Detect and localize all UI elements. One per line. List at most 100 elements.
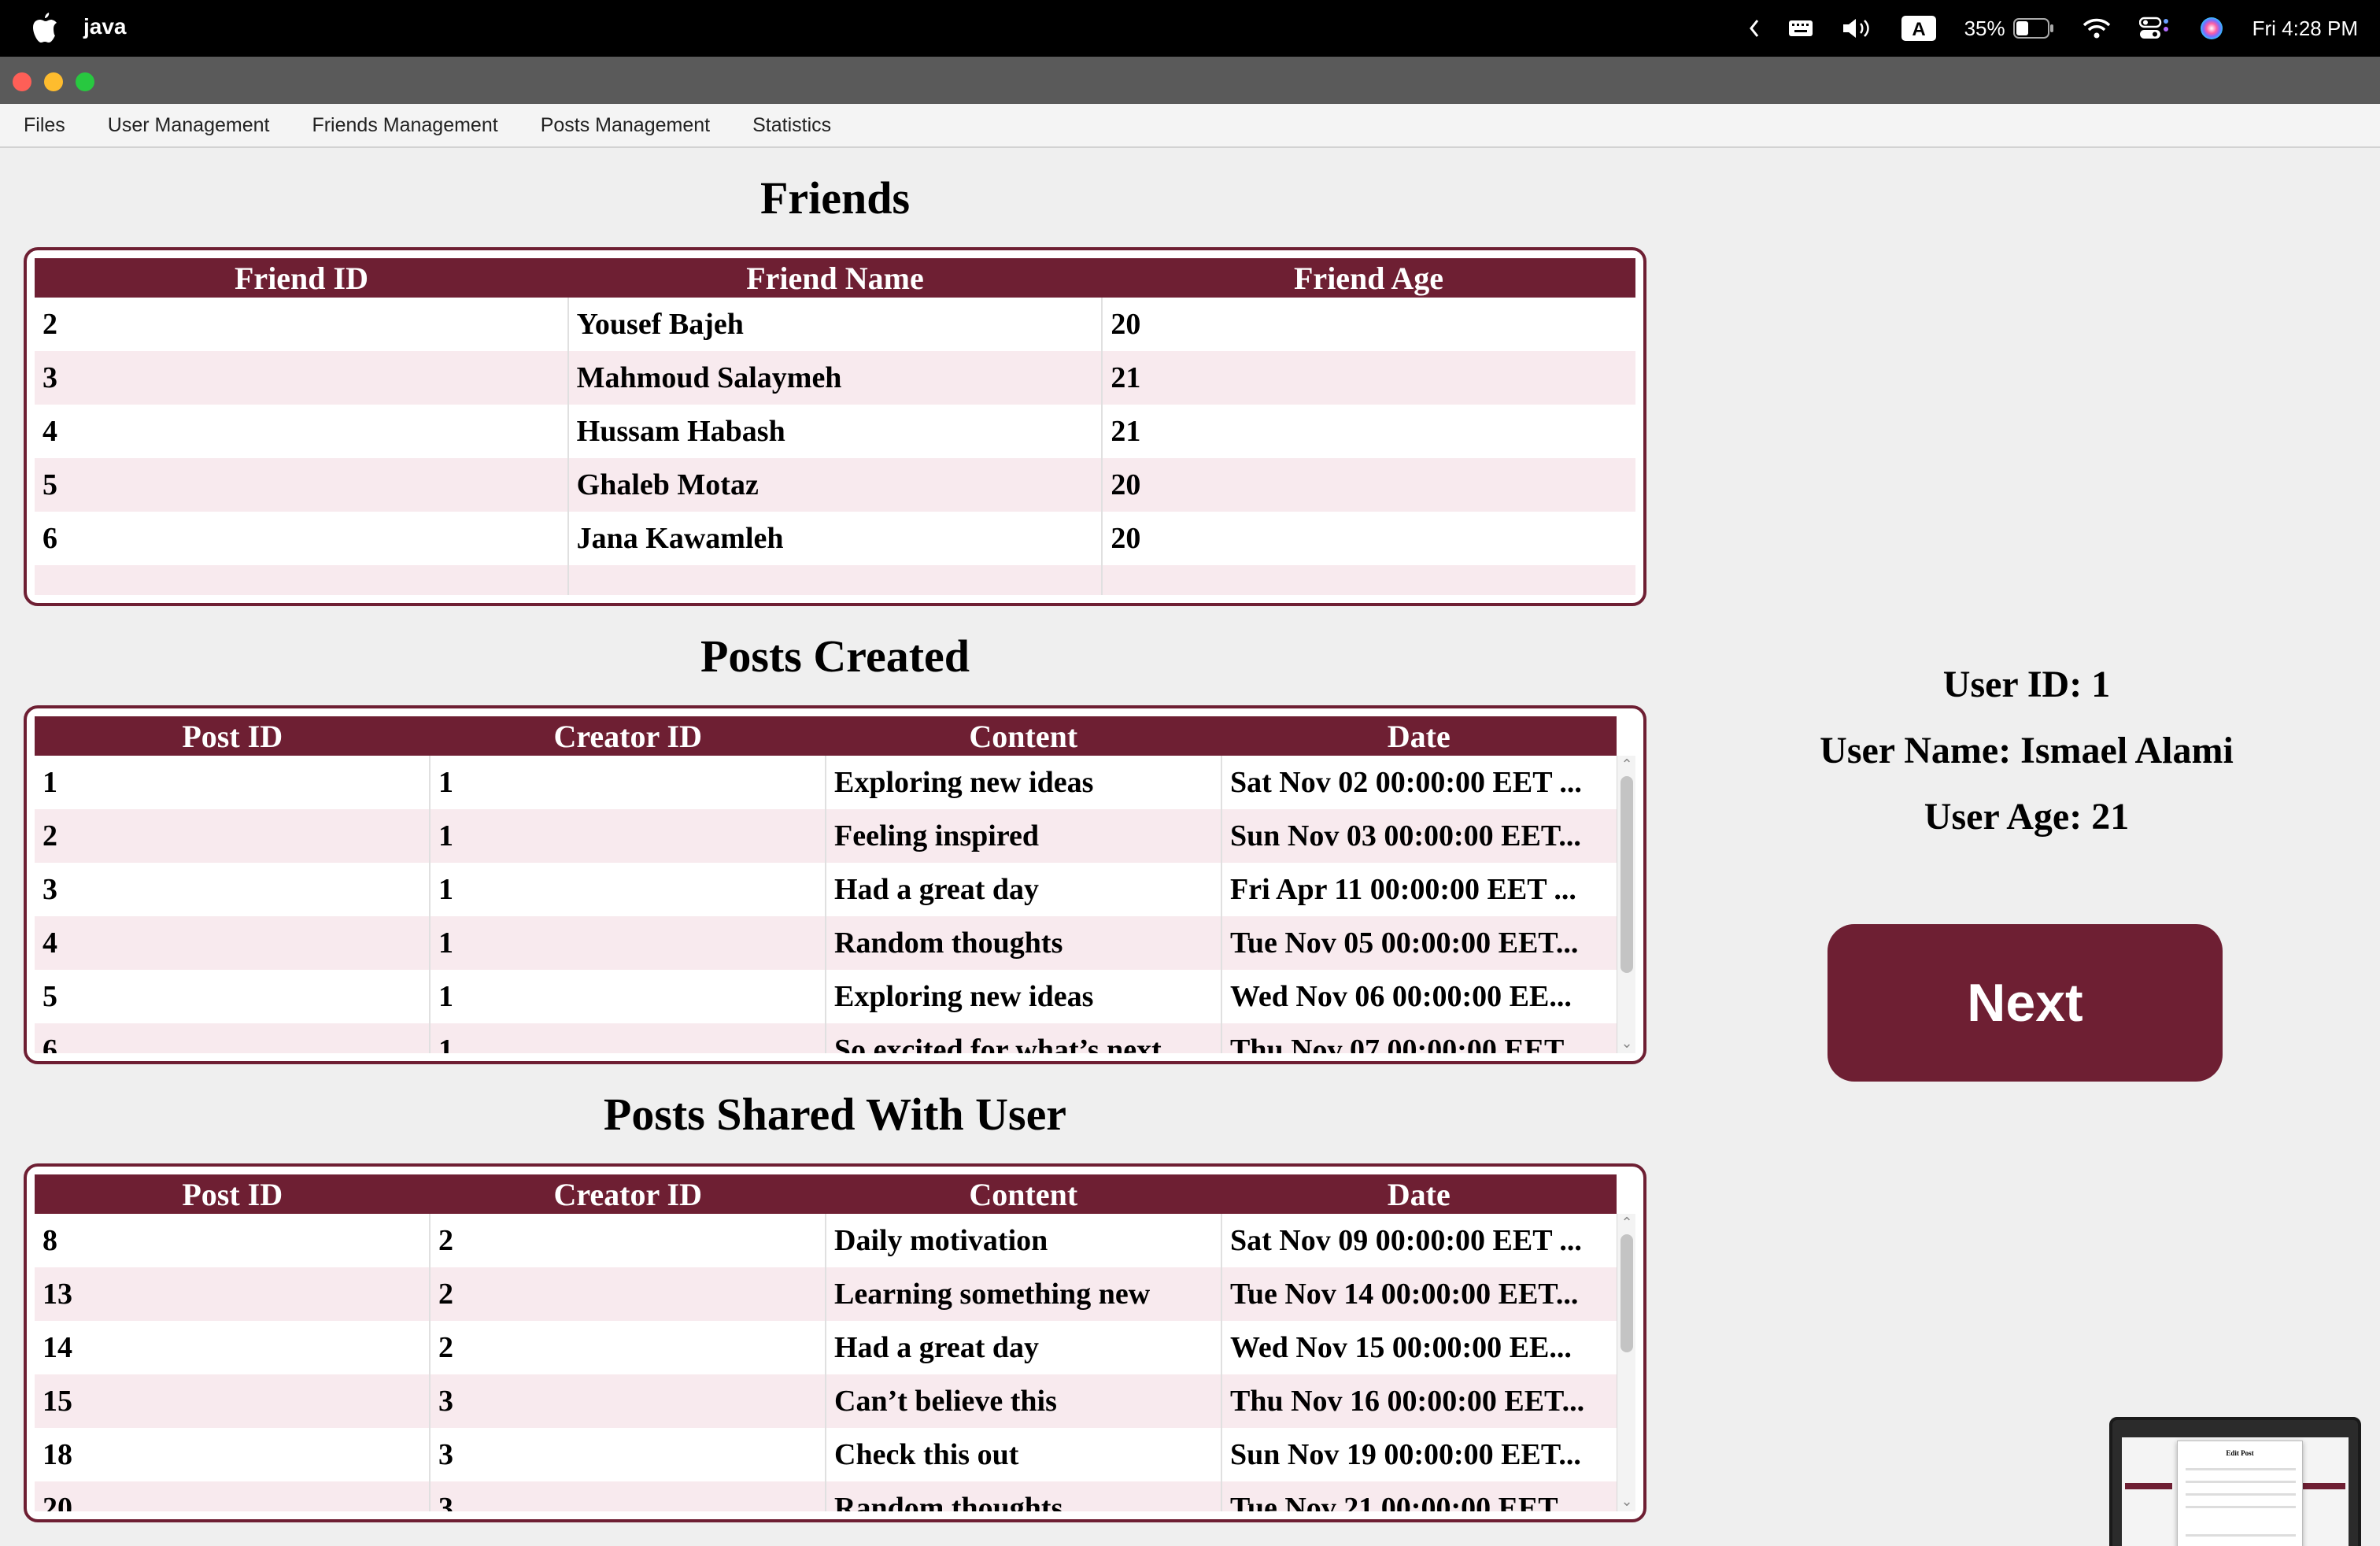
table-cell: Ghaleb Motaz: [569, 458, 1103, 512]
app-window: Files User Management Friends Management…: [0, 57, 2380, 1546]
table-row[interactable]: 13 2 Learning something new Tue Nov 14 00:0…: [35, 1267, 1617, 1321]
volume-icon[interactable]: [1842, 13, 1873, 44]
column-header[interactable]: Friend ID: [35, 258, 568, 298]
fullscreen-window-button[interactable]: [76, 72, 94, 91]
posts-created-title: Posts Created: [700, 631, 970, 682]
table-cell: Tue Nov 21 00:00:00 EET...: [1230, 1492, 1579, 1511]
table-cell: Wed Nov 06 00:00:00 EE...: [1230, 980, 1572, 1013]
table-cell: 1: [35, 756, 431, 809]
column-header[interactable]: Content: [826, 1174, 1221, 1214]
table-row[interactable]: 8 2 Daily motivation Sat Nov 09 00:00:00 EE…: [35, 1214, 1617, 1267]
table-row[interactable]: 2 1 Feeling inspired Sun Nov 03 00:00:00 EE…: [35, 809, 1617, 863]
table-cell: 21: [1111, 415, 1141, 448]
active-app-name[interactable]: java: [83, 14, 127, 39]
friends-table-panel: Friend ID Friend Name Friend Age 2 Yousef…: [24, 247, 1646, 606]
minimize-window-button[interactable]: [44, 72, 63, 91]
clock[interactable]: Fri 4:28 PM: [2252, 17, 2358, 41]
table-cell: 18: [35, 1428, 431, 1481]
battery-icon: [2012, 18, 2053, 39]
table-row[interactable]: 6 Jana Kawamleh 20: [35, 512, 1635, 565]
posts-created-panel: Post ID Creator ID Content Date 1 1 Explor…: [24, 705, 1646, 1064]
table-row[interactable]: 5 Ghaleb Motaz 20: [35, 458, 1635, 512]
column-header[interactable]: Post ID: [35, 716, 431, 756]
scroll-down-icon[interactable]: ⌄: [1617, 1492, 1635, 1511]
thumbnail-field: [2186, 1506, 2296, 1508]
screenshot-thumbnail[interactable]: Edit Post: [2109, 1417, 2361, 1546]
table-cell: Mahmoud Salaymeh: [569, 351, 1103, 405]
table-cell: Feeling inspired: [826, 809, 1222, 863]
table-row[interactable]: 5 1 Exploring new ideas Wed Nov 06 00:00:00…: [35, 970, 1617, 1023]
scroll-up-icon[interactable]: ⌃: [1617, 1214, 1635, 1233]
menu-user-management[interactable]: User Management: [102, 109, 276, 142]
table-cell: 5: [35, 458, 569, 512]
table-cell: 6: [35, 512, 569, 565]
table-row[interactable]: 20 3 Random thoughts Tue Nov 21 00:00:00 EE…: [35, 1481, 1617, 1511]
table-cell: Jana Kawamleh: [569, 512, 1103, 565]
scroll-up-icon[interactable]: ⌃: [1617, 756, 1635, 775]
table-row[interactable]: 6 1 So excited for what’s next Thu Nov 07 0…: [35, 1023, 1617, 1053]
table-cell: Wed Nov 15 00:00:00 EE...: [1230, 1331, 1572, 1364]
friends-table[interactable]: Friend ID Friend Name Friend Age 2 Yousef…: [35, 258, 1635, 595]
table-cell: 1: [431, 756, 826, 809]
battery-status[interactable]: 35%: [1964, 17, 2054, 41]
posts-created-header: Post ID Creator ID Content Date: [35, 716, 1617, 756]
keyboard-icon[interactable]: [1788, 13, 1813, 44]
column-header[interactable]: Date: [1221, 1174, 1617, 1214]
next-button[interactable]: Next: [1828, 924, 2223, 1082]
siri-icon[interactable]: [2199, 13, 2224, 44]
window-titlebar[interactable]: [0, 57, 2380, 104]
scrollbar-thumb[interactable]: [1621, 1234, 1633, 1352]
table-cell: Random thoughts: [826, 916, 1222, 970]
thumbnail-table-header: [2298, 1483, 2345, 1489]
table-row[interactable]: 4 1 Random thoughts Tue Nov 05 00:00:00 EET…: [35, 916, 1617, 970]
column-header[interactable]: Creator ID: [431, 716, 826, 756]
table-row[interactable]: [35, 565, 1635, 595]
system-menu-bar: java A 35% Fri 4:28 PM: [0, 0, 2380, 57]
posts-shared-scrollbar[interactable]: ⌃ ⌄: [1617, 1214, 1635, 1511]
column-header[interactable]: Friend Age: [1102, 258, 1635, 298]
column-header[interactable]: Date: [1221, 716, 1617, 756]
table-cell: 13: [35, 1267, 431, 1321]
posts-created-scrollbar[interactable]: ⌃ ⌄: [1617, 756, 1635, 1053]
table-row[interactable]: 15 3 Can’t believe this Thu Nov 16 00:00:00…: [35, 1374, 1617, 1428]
table-cell: 3: [431, 1374, 826, 1428]
user-name-label: User Name: Ismael Alami: [1820, 730, 2234, 771]
input-source-icon[interactable]: A: [1901, 13, 1936, 44]
scrollbar-thumb[interactable]: [1621, 776, 1633, 973]
table-row[interactable]: 4 Hussam Habash 21: [35, 405, 1635, 458]
column-header[interactable]: Creator ID: [431, 1174, 826, 1214]
table-cell: 3: [431, 1481, 826, 1511]
menu-friends-management[interactable]: Friends Management: [305, 109, 504, 142]
table-cell: 20: [1111, 522, 1141, 555]
table-cell: Sun Nov 19 00:00:00 EET...: [1230, 1438, 1581, 1471]
table-row[interactable]: 3 Mahmoud Salaymeh 21: [35, 351, 1635, 405]
posts-shared-header: Post ID Creator ID Content Date: [35, 1174, 1617, 1214]
chevron-left-icon[interactable]: [1749, 13, 1760, 44]
menu-posts-management[interactable]: Posts Management: [534, 109, 716, 142]
table-row[interactable]: 14 2 Had a great day Wed Nov 15 00:00:00 EE…: [35, 1321, 1617, 1374]
wifi-icon[interactable]: [2082, 13, 2111, 44]
menu-files[interactable]: Files: [17, 109, 72, 142]
table-cell: Random thoughts: [826, 1481, 1222, 1511]
table-cell: 1: [431, 863, 826, 916]
table-row[interactable]: 3 1 Had a great day Fri Apr 11 00:00:00 EET…: [35, 863, 1617, 916]
table-cell: 1: [431, 916, 826, 970]
posts-created-table[interactable]: Post ID Creator ID Content Date 1 1 Explor…: [35, 716, 1635, 1053]
table-cell: 3: [35, 863, 431, 916]
table-row[interactable]: 1 1 Exploring new ideas Sat Nov 02 00:00:00…: [35, 756, 1617, 809]
menu-statistics[interactable]: Statistics: [746, 109, 837, 142]
control-center-icon[interactable]: [2138, 13, 2171, 44]
column-header[interactable]: Friend Name: [568, 258, 1102, 298]
posts-shared-table[interactable]: Post ID Creator ID Content Date 8 2 Daily …: [35, 1174, 1635, 1511]
column-header[interactable]: Post ID: [35, 1174, 431, 1214]
close-window-button[interactable]: [13, 72, 31, 91]
table-cell: 20: [1111, 468, 1141, 501]
table-row[interactable]: 18 3 Check this out Sun Nov 19 00:00:00 EET…: [35, 1428, 1617, 1481]
table-cell: Exploring new ideas: [826, 756, 1222, 809]
input-source-label: A: [1912, 19, 1925, 40]
table-row[interactable]: 2 Yousef Bajeh 20: [35, 298, 1635, 351]
scroll-down-icon[interactable]: ⌄: [1617, 1034, 1635, 1053]
table-cell: 4: [35, 405, 569, 458]
column-header[interactable]: Content: [826, 716, 1221, 756]
apple-icon[interactable]: [31, 11, 58, 44]
